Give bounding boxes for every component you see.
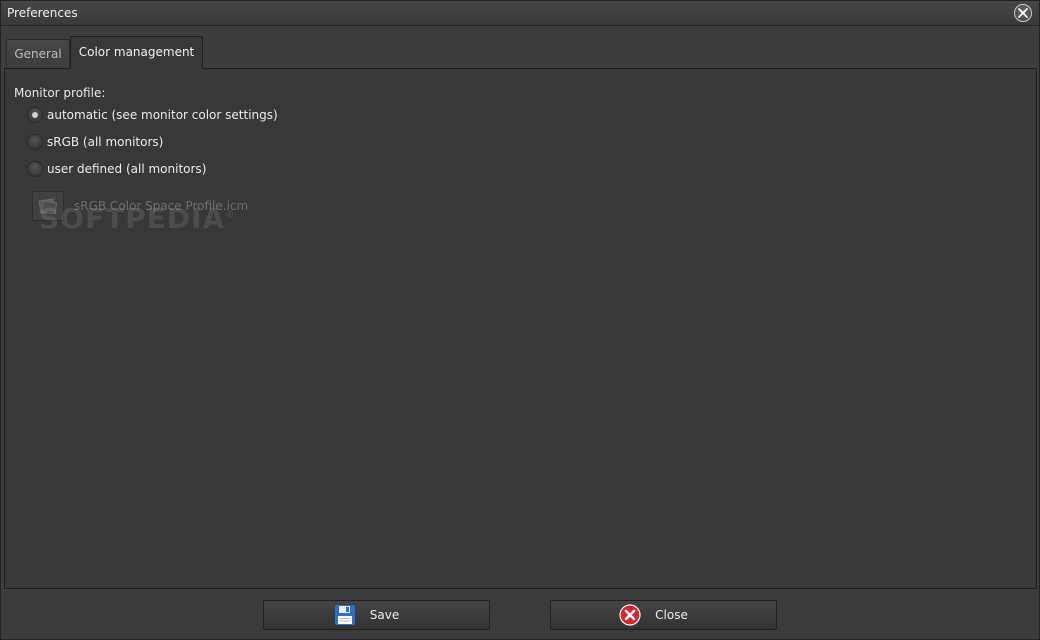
radio-srgb[interactable]: sRGB (all monitors) xyxy=(27,133,163,151)
profile-file-button[interactable] xyxy=(32,191,64,221)
dialog-footer: Save Close xyxy=(1,590,1039,639)
tab-color-management[interactable]: Color management xyxy=(70,36,203,69)
window-title: Preferences xyxy=(7,6,78,20)
tab-general[interactable]: General xyxy=(6,39,70,68)
close-button[interactable]: Close xyxy=(550,600,777,630)
monitor-profile-label: Monitor profile: xyxy=(14,86,106,100)
red-x-icon xyxy=(619,604,641,626)
radio-button[interactable] xyxy=(27,134,43,150)
close-button-label: Close xyxy=(655,608,688,622)
title-bar: Preferences xyxy=(1,1,1039,26)
radio-button[interactable] xyxy=(27,161,43,177)
tab-strip: General Color management xyxy=(1,26,1039,69)
save-button-label: Save xyxy=(369,608,400,622)
radio-label: automatic (see monitor color settings) xyxy=(47,108,278,122)
color-profile-icon xyxy=(38,198,58,215)
color-management-panel: Monitor profile: automatic (see monitor … xyxy=(4,68,1037,589)
profile-file-name: sRGB Color Space Profile.icm xyxy=(74,199,249,213)
radio-user-defined[interactable]: user defined (all monitors) xyxy=(27,160,206,178)
radio-automatic[interactable]: automatic (see monitor color settings) xyxy=(27,106,278,124)
save-button[interactable]: Save xyxy=(263,600,490,630)
title-close-button[interactable] xyxy=(1014,4,1032,22)
close-icon xyxy=(1018,8,1028,18)
radio-button-checked[interactable] xyxy=(27,107,43,123)
radio-label: sRGB (all monitors) xyxy=(47,135,164,149)
preferences-window: Preferences General Color management Mon… xyxy=(0,0,1040,640)
radio-label: user defined (all monitors) xyxy=(47,162,207,176)
floppy-disk-icon xyxy=(334,605,355,625)
